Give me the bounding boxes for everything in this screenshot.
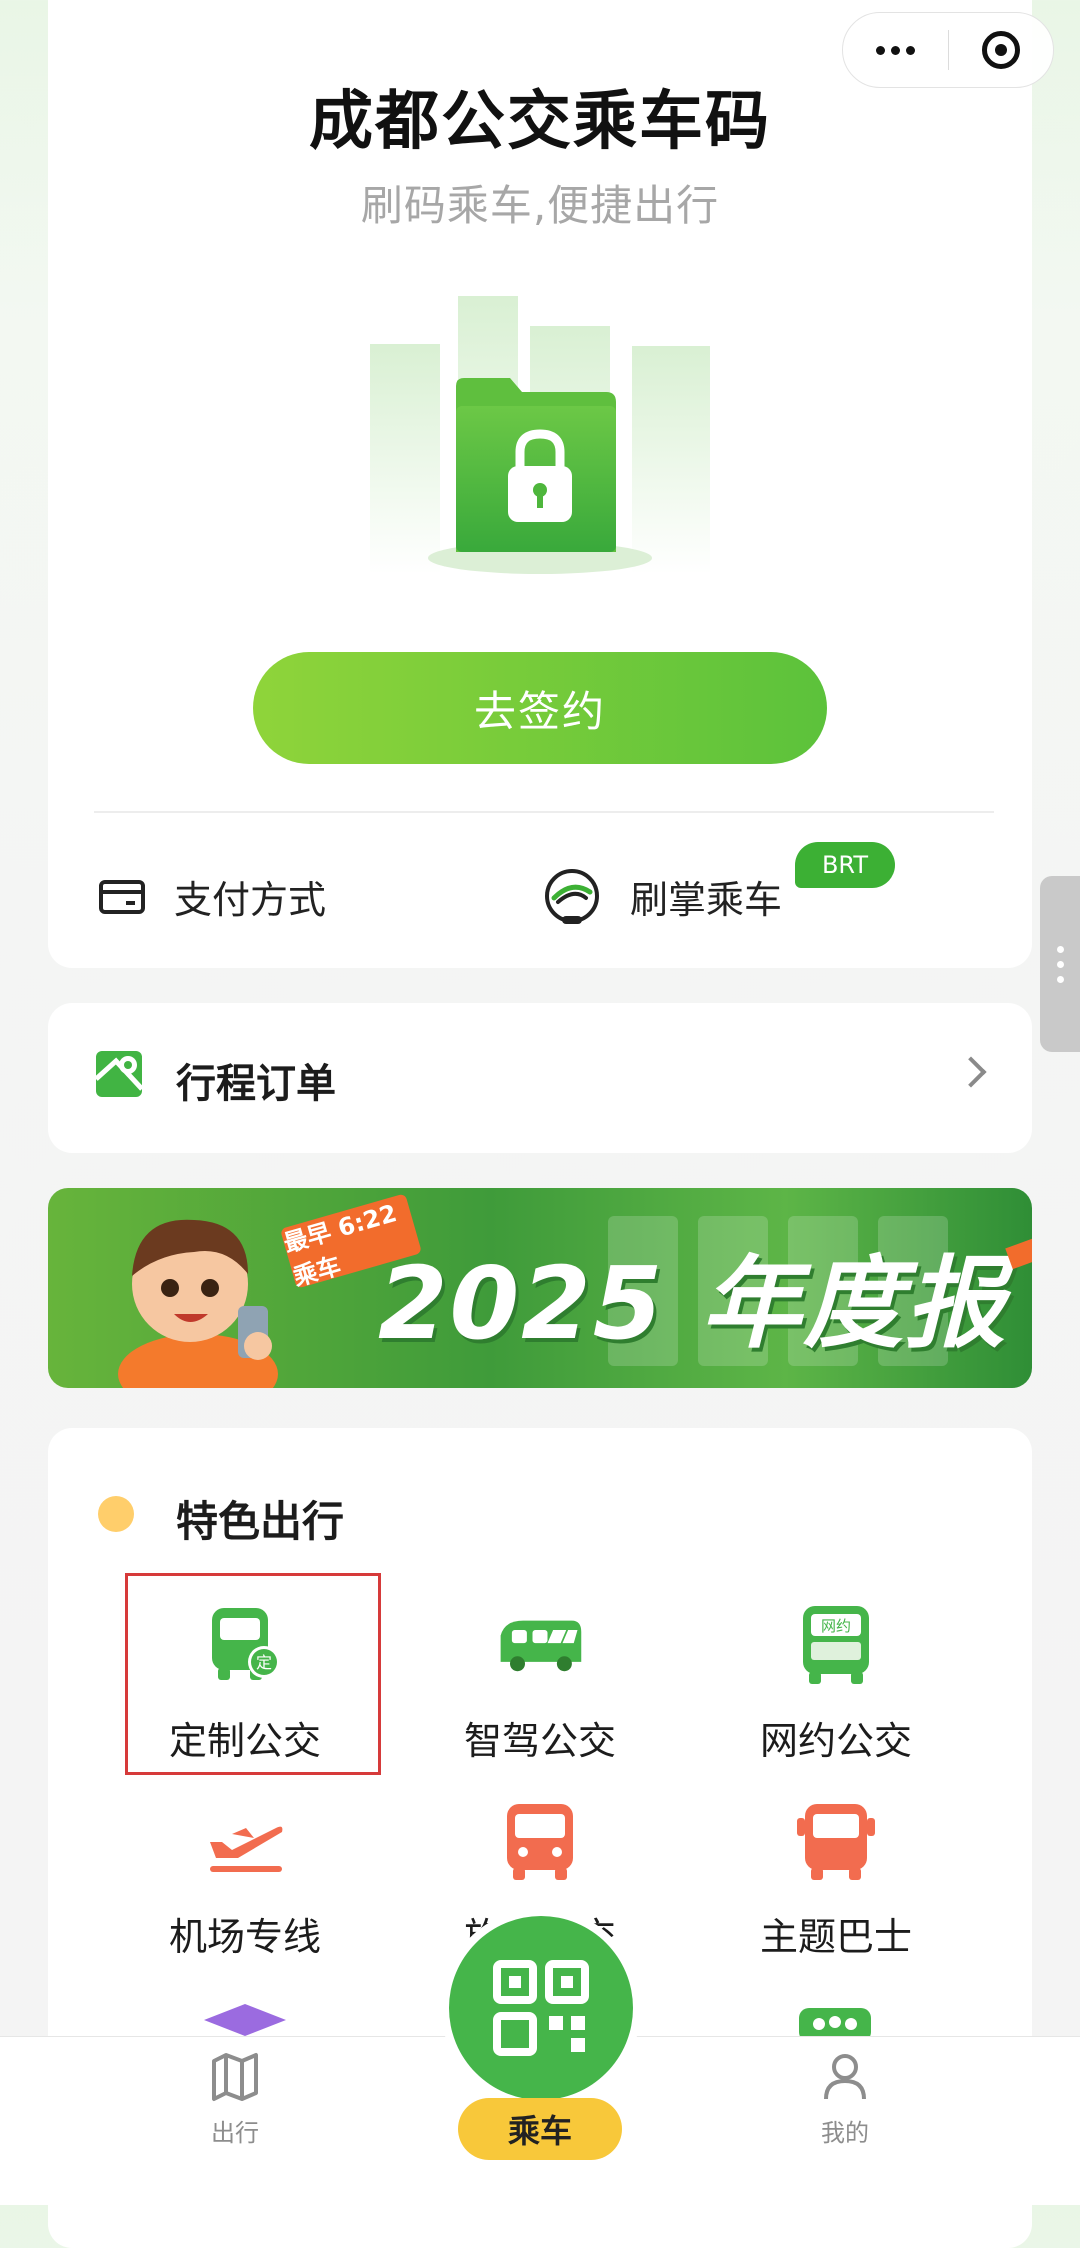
more-dots-icon (875, 45, 915, 55)
locked-folder-illustration (370, 296, 710, 574)
theme-bus-icon (797, 1804, 875, 1880)
section-dot (98, 1496, 134, 1532)
feature-airport-line[interactable]: 机场专线 (97, 1774, 393, 1964)
miniprogram-capsule (842, 12, 1054, 88)
chevron-right-icon (955, 1056, 987, 1088)
tour-bus-icon (507, 1804, 573, 1880)
close-miniprogram-button[interactable] (949, 13, 1054, 87)
ride-code-button[interactable] (449, 1916, 633, 2100)
tab-travel-label: 出行 (211, 2119, 259, 2147)
tab-mine-label: 我的 (821, 2119, 869, 2147)
sign-contract-button[interactable]: 去签约 (253, 652, 827, 764)
tab-travel[interactable]: 出行 (135, 2049, 335, 2148)
graduation-cap-icon (204, 2004, 286, 2036)
qr-code-icon (493, 1960, 589, 2056)
divider (94, 811, 994, 813)
selection-highlight (125, 1573, 381, 1775)
ride-hailing-bus-icon: 网约 (803, 1606, 869, 1684)
page-subtitle: 刷码乘车,便捷出行 (360, 181, 720, 230)
banner-headline: 2025 年度报告 (378, 1245, 1008, 1362)
palm-ride-button[interactable]: 刷掌乘车 (542, 862, 782, 930)
card-icon (99, 880, 145, 914)
airport-plane-icon (210, 1826, 283, 1872)
palm-ride-label: 刷掌乘车 (630, 877, 783, 922)
feature-label: 主题巴士 (759, 1915, 912, 1959)
tab-ride[interactable]: 乘车 (458, 2098, 622, 2160)
more-button[interactable] (843, 13, 948, 87)
feature-ride-hailing-bus[interactable]: 网约 网约公交 (688, 1578, 984, 1768)
feature-label: 机场专线 (168, 1915, 321, 1959)
floating-side-handle[interactable] (1040, 876, 1080, 1052)
ride-code-card: 成都公交乘车码 刷码乘车,便捷出行 去签约 支付方式 刷掌乘车 BRT (48, 0, 1032, 968)
trip-orders-row[interactable]: 行程订单 (48, 1003, 1032, 1153)
smart-bus-icon (500, 1620, 582, 1672)
trip-orders-label: 行程订单 (176, 1061, 336, 1107)
feature-label: 网约公交 (759, 1719, 912, 1763)
payment-method-label: 支付方式 (174, 877, 327, 922)
section-title: 特色出行 (176, 1497, 345, 1546)
feature-label: 智驾公交 (463, 1719, 616, 1763)
user-icon (824, 2054, 866, 2100)
map-icon (212, 2053, 258, 2101)
feature-theme-bus[interactable]: 主题巴士 (688, 1774, 984, 1964)
payment-method-button[interactable]: 支付方式 (98, 862, 326, 930)
brt-badge: BRT (795, 842, 895, 888)
cartoon-boy-illustration (118, 1219, 278, 1388)
svg-text:网约: 网约 (821, 1617, 851, 1635)
annual-report-banner[interactable]: 最早 6:22 乘车 2025 年度报告 (48, 1188, 1032, 1388)
palm-scan-icon (545, 869, 599, 924)
target-icon (981, 31, 1020, 69)
map-pin-icon (94, 1051, 144, 1097)
tab-mine[interactable]: 我的 (745, 2049, 945, 2148)
feature-smart-bus[interactable]: 智驾公交 (392, 1578, 688, 1768)
